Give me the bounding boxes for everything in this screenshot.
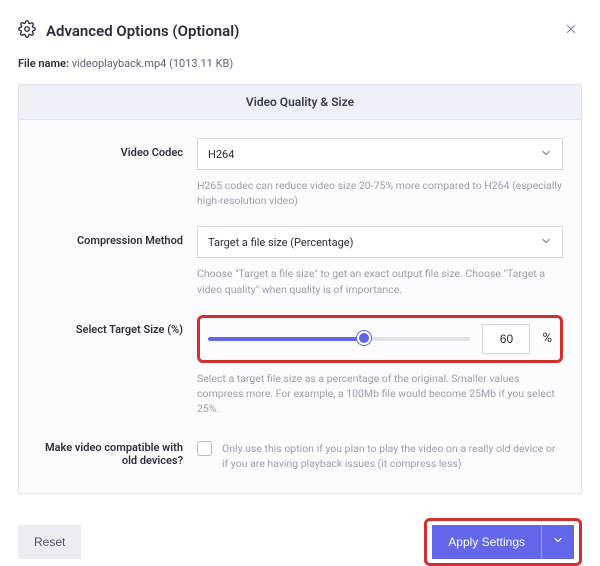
reset-button[interactable]: Reset bbox=[18, 525, 81, 559]
dialog-footer: Reset Apply Settings bbox=[18, 518, 582, 566]
compatible-label: Make video compatible with old devices? bbox=[37, 435, 197, 467]
row-compression-method: Compression Method Target a file size (P… bbox=[37, 226, 563, 296]
compatible-help: Only use this option if you plan to play… bbox=[222, 441, 563, 471]
row-compatible: Make video compatible with old devices? … bbox=[37, 435, 563, 471]
percent-unit: % bbox=[542, 331, 552, 346]
compression-method-value: Target a file size (Percentage) bbox=[208, 236, 353, 249]
gear-icon bbox=[18, 20, 36, 41]
chevron-down-icon bbox=[540, 147, 552, 162]
row-video-codec: Video Codec H264 H265 codec can reduce v… bbox=[37, 138, 563, 208]
header-left: Advanced Options (Optional) bbox=[18, 20, 239, 41]
video-codec-label: Video Codec bbox=[37, 138, 197, 159]
compression-method-label: Compression Method bbox=[37, 226, 197, 247]
compression-method-select[interactable]: Target a file size (Percentage) bbox=[197, 226, 563, 258]
target-size-label: Select Target Size (%) bbox=[37, 315, 197, 336]
panel-title: Video Quality & Size bbox=[19, 85, 581, 120]
target-size-input[interactable] bbox=[482, 324, 530, 354]
target-size-highlight: % bbox=[197, 315, 563, 363]
close-button[interactable] bbox=[560, 18, 582, 43]
quality-panel: Video Quality & Size Video Codec H264 H2… bbox=[18, 84, 582, 494]
row-target-size: Select Target Size (%) % Select a target… bbox=[37, 315, 563, 417]
dialog-header: Advanced Options (Optional) bbox=[18, 18, 582, 43]
chevron-down-icon bbox=[552, 534, 564, 549]
file-name-label: File name: bbox=[18, 57, 69, 70]
compression-method-help: Choose "Target a file size" to get an ex… bbox=[197, 266, 563, 296]
video-codec-help: H265 codec can reduce video size 20-75% … bbox=[197, 178, 563, 208]
dialog-title: Advanced Options (Optional) bbox=[46, 22, 239, 40]
panel-body: Video Codec H264 H265 codec can reduce v… bbox=[19, 120, 581, 493]
compatible-checkbox[interactable] bbox=[197, 441, 212, 456]
apply-settings-highlight: Apply Settings bbox=[424, 518, 582, 566]
apply-settings-button[interactable]: Apply Settings bbox=[432, 525, 541, 559]
file-name-value: videoplayback.mp4 (1013.11 KB) bbox=[72, 57, 233, 70]
close-icon bbox=[564, 24, 578, 39]
video-codec-select[interactable]: H264 bbox=[197, 138, 563, 170]
video-codec-value: H264 bbox=[208, 148, 234, 161]
target-size-help: Select a target file size as a percentag… bbox=[197, 371, 563, 417]
chevron-down-icon bbox=[540, 235, 552, 250]
file-name-row: File name: videoplayback.mp4 (1013.11 KB… bbox=[18, 57, 582, 70]
apply-settings-dropdown[interactable] bbox=[541, 525, 574, 559]
target-size-slider[interactable] bbox=[208, 337, 470, 341]
